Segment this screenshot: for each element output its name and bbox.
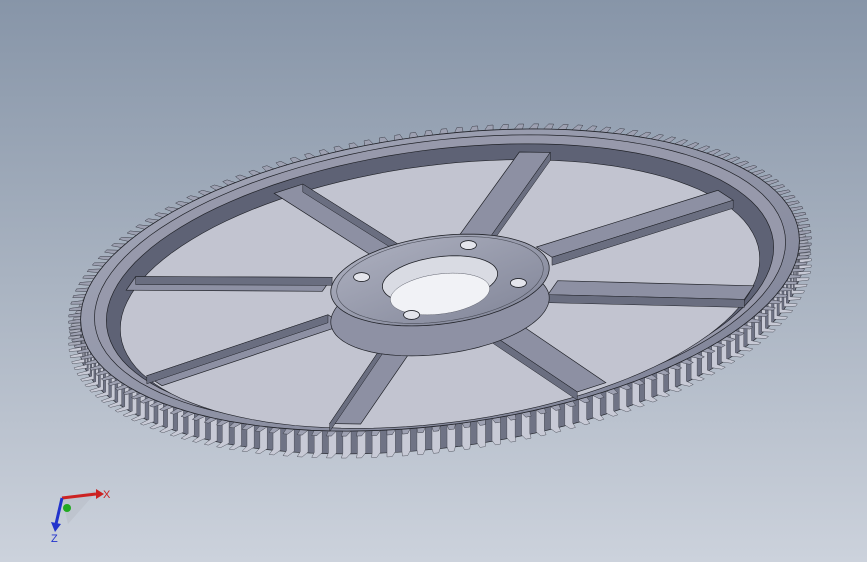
z-axis-arrow [54, 497, 64, 525]
gear-tooth-top [792, 212, 807, 218]
gear-tooth-top [797, 224, 811, 229]
gear-tooth-top [69, 306, 83, 311]
gear-model[interactable] [0, 0, 867, 562]
gear-tooth-top [75, 287, 89, 292]
x-axis-label: X [103, 489, 111, 501]
gear-tooth-top [557, 124, 569, 130]
gear-tooth-top [795, 218, 809, 224]
z-axis-label: Z [51, 533, 58, 545]
gear-tooth-top [484, 124, 494, 131]
graphics-viewport[interactable]: X Z [0, 0, 867, 562]
bolt-hole [460, 240, 477, 250]
gear-tooth-top [571, 124, 584, 131]
bolt-hole [353, 272, 370, 282]
y-axis-indicator [63, 504, 71, 512]
bolt-hole [510, 278, 527, 288]
gear-tooth-top [499, 124, 509, 130]
gear-tooth-top [68, 312, 82, 318]
gear-tooth-top [528, 123, 539, 130]
bolt-hole [403, 310, 420, 320]
gear-tooth-top [799, 236, 812, 242]
gear-tooth-top [543, 123, 554, 130]
gear-tooth-top [798, 230, 812, 235]
z-axis-arrowhead [51, 522, 61, 532]
gear-tooth-top [72, 294, 86, 299]
gear-tooth-top [70, 300, 84, 305]
gear-spoke-side [135, 276, 333, 286]
coordinate-triad: X Z [51, 489, 111, 545]
gear-tooth-top [513, 123, 524, 130]
gear-tooth-top [789, 206, 804, 212]
